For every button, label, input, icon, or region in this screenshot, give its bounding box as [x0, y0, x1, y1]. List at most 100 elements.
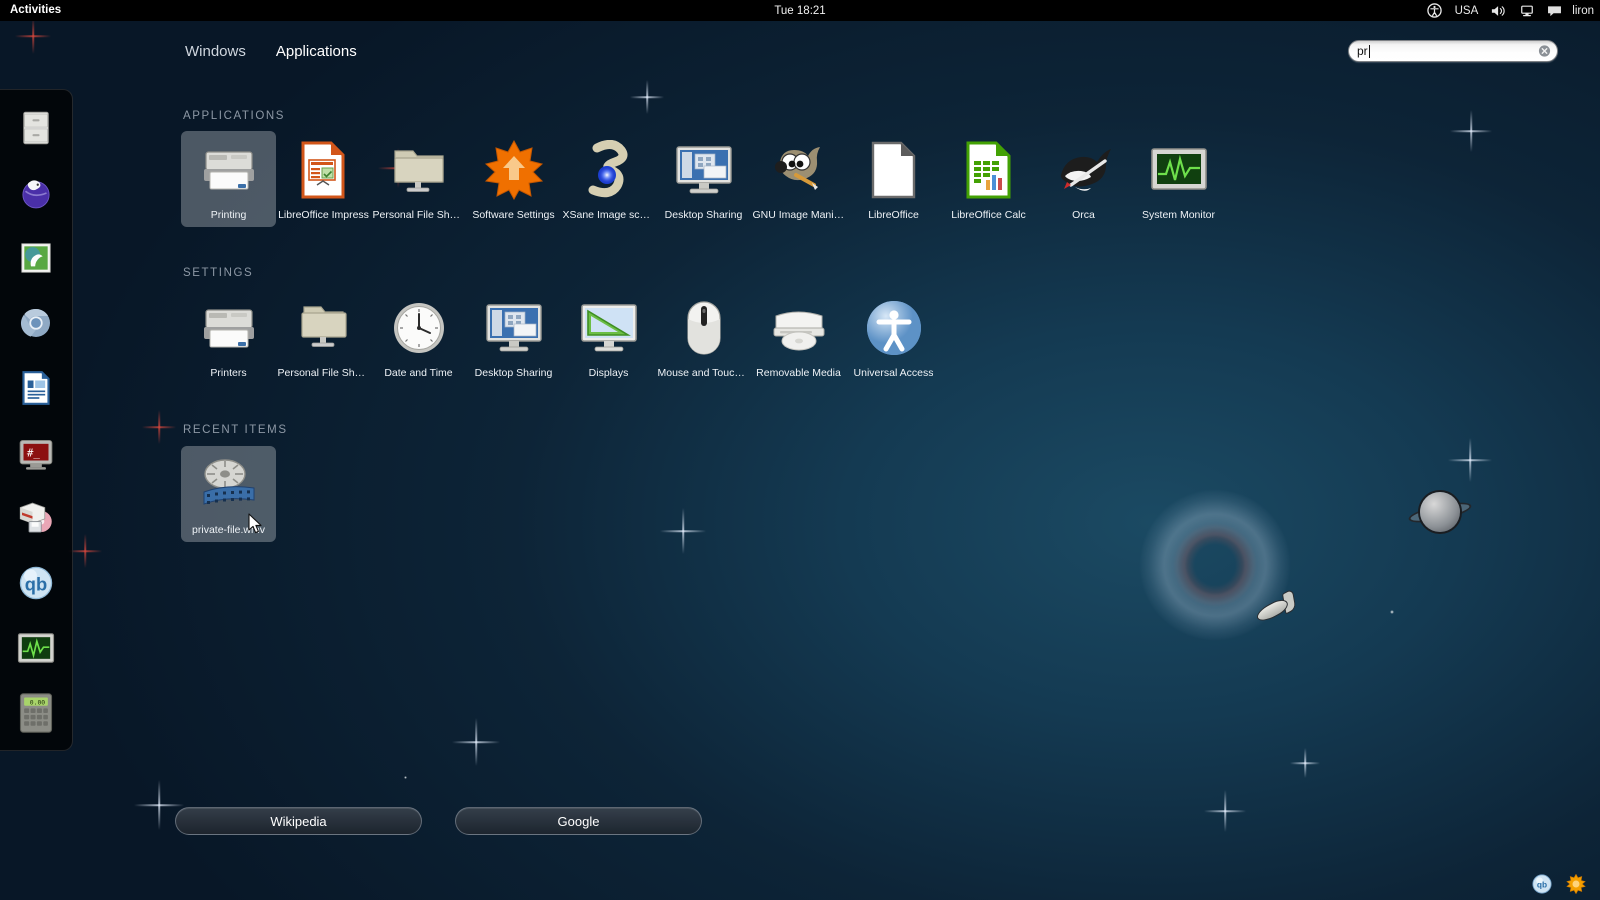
tab-applications[interactable]: Applications	[276, 43, 357, 60]
svg-text:qb: qb	[25, 573, 47, 594]
top-panel-status-area: USA liron	[1426, 0, 1594, 21]
settings-item-removable-media[interactable]: Removable Media	[751, 289, 846, 385]
app-item-libreoffice-calc[interactable]: LibreOffice Calc	[941, 131, 1036, 227]
app-label: LibreOffice Impress	[278, 209, 369, 221]
settings-item-personal-file-sharing[interactable]: Personal File Sharing	[276, 289, 371, 385]
view-selector: Windows Applications	[185, 43, 357, 60]
app-item-orca[interactable]: Orca	[1036, 131, 1131, 227]
recent-items-grid: private-file.wmv	[181, 446, 276, 542]
tab-windows[interactable]: Windows	[185, 43, 246, 60]
folder-share-icon	[293, 297, 355, 359]
settings-label: Removable Media	[756, 367, 841, 379]
settings-label: Universal Access	[853, 367, 934, 379]
clear-icon[interactable]	[1538, 45, 1551, 58]
dash-item-brasero[interactable]	[12, 494, 60, 542]
tray-item-qbittorrent[interactable]: qb	[1532, 874, 1552, 894]
app-label: System Monitor	[1142, 209, 1215, 221]
message-tray: qb	[1532, 874, 1586, 894]
libreoffice-impress-icon	[293, 139, 355, 201]
dash-item-evolution[interactable]	[12, 234, 60, 282]
volume-icon[interactable]	[1491, 4, 1507, 18]
settings-item-mouse-and-touchpad[interactable]: Mouse and Touchpad	[656, 289, 751, 385]
settings-item-universal-access[interactable]: Universal Access	[846, 289, 941, 385]
video-film-icon	[198, 454, 260, 516]
app-label: Personal File Sharing	[372, 209, 465, 221]
app-item-libreoffice[interactable]: LibreOffice	[846, 131, 941, 227]
desktop-screen: Activities Tue 18:21 USA liron Windows A…	[0, 0, 1600, 900]
mouse-icon	[673, 297, 735, 359]
software-settings-icon	[483, 139, 545, 201]
universal-access-icon	[863, 297, 925, 359]
libreoffice-icon	[863, 139, 925, 201]
dash-item-qbittorrent[interactable]: qb	[12, 559, 60, 607]
search-input[interactable]: pr	[1348, 40, 1558, 62]
orca-icon	[1053, 139, 1115, 201]
app-label: XSane Image scanning ...	[562, 209, 655, 221]
section-title-applications: APPLICATIONS	[183, 110, 286, 122]
dash-favorites: #_ qb 0.00	[0, 89, 73, 751]
settings-label: Date and Time	[384, 367, 453, 379]
recent-item-private-file[interactable]: private-file.wmv	[181, 446, 276, 542]
app-item-software-settings[interactable]: Software Settings	[466, 131, 561, 227]
section-title-settings: SETTINGS	[183, 267, 254, 279]
dash-item-chromium[interactable]	[12, 299, 60, 347]
settings-grid: Printers Personal File Sharing Date and …	[181, 289, 941, 385]
app-label: Desktop Sharing	[664, 209, 743, 221]
dash-item-root-terminal[interactable]: #_	[12, 429, 60, 477]
app-label: GNU Image Manipulati...	[752, 209, 845, 221]
xsane-icon	[578, 139, 640, 201]
desktop-sharing-icon	[483, 297, 545, 359]
clock[interactable]: Tue 18:21	[0, 5, 1600, 17]
desktop-sharing-icon	[673, 139, 735, 201]
settings-item-date-and-time[interactable]: Date and Time	[371, 289, 466, 385]
activities-overview: Windows Applications pr #_ qb 0.00 APPLI…	[0, 21, 1600, 900]
dash-item-calculator[interactable]: 0.00	[12, 689, 60, 737]
keyboard-layout-indicator[interactable]: USA	[1455, 5, 1479, 17]
folder-share-icon	[388, 139, 450, 201]
app-label: Printing	[210, 209, 247, 221]
app-item-libreoffice-impress[interactable]: LibreOffice Impress	[276, 131, 371, 227]
settings-label: Displays	[588, 367, 629, 379]
search-input-value: pr	[1357, 44, 1368, 58]
svg-text:0.00: 0.00	[30, 698, 46, 706]
app-item-system-monitor[interactable]: System Monitor	[1131, 131, 1226, 227]
dash-item-libreoffice-writer[interactable]	[12, 364, 60, 412]
settings-item-desktop-sharing[interactable]: Desktop Sharing	[466, 289, 561, 385]
app-item-xsane[interactable]: XSane Image scanning ...	[561, 131, 656, 227]
dash-item-files[interactable]	[12, 104, 60, 152]
app-item-personal-file-sharing[interactable]: Personal File Sharing	[371, 131, 466, 227]
network-icon[interactable]	[1520, 4, 1534, 18]
printer-icon	[198, 297, 260, 359]
settings-label: Personal File Sharing	[277, 367, 370, 379]
recent-item-label: private-file.wmv	[192, 524, 265, 536]
settings-item-displays[interactable]: Displays	[561, 289, 656, 385]
user-name-label: liron	[1572, 4, 1594, 17]
search-provider-google[interactable]: Google	[455, 807, 702, 835]
settings-label: Printers	[210, 367, 247, 379]
app-item-gimp[interactable]: GNU Image Manipulati...	[751, 131, 846, 227]
search-provider-wikipedia[interactable]: Wikipedia	[175, 807, 422, 835]
clock-icon	[388, 297, 450, 359]
svg-text:#_: #_	[27, 446, 41, 459]
gimp-icon	[768, 139, 830, 201]
dash-item-midori[interactable]	[12, 169, 60, 217]
applications-grid: Printing LibreOffice Impress Personal Fi…	[181, 131, 1226, 227]
settings-label: Mouse and Touchpad	[657, 367, 750, 379]
tray-item-software-updates[interactable]	[1566, 874, 1586, 894]
text-caret	[1368, 44, 1370, 58]
app-label: Orca	[1072, 209, 1095, 221]
user-menu[interactable]: liron	[1547, 5, 1594, 17]
app-label: LibreOffice	[868, 209, 919, 221]
search-entry-wrapper: pr	[1348, 40, 1558, 62]
removable-media-icon	[768, 297, 830, 359]
section-title-recent-items: RECENT ITEMS	[183, 424, 288, 436]
printer-icon	[198, 139, 260, 201]
app-item-printing[interactable]: Printing	[181, 131, 276, 227]
universal-access-icon[interactable]	[1426, 3, 1442, 18]
dash-item-system-monitor[interactable]	[12, 624, 60, 672]
top-panel: Activities Tue 18:21 USA liron	[0, 0, 1600, 21]
settings-item-printers[interactable]: Printers	[181, 289, 276, 385]
system-monitor-icon	[1148, 139, 1210, 201]
app-item-desktop-sharing[interactable]: Desktop Sharing	[656, 131, 751, 227]
svg-text:qb: qb	[1537, 879, 1547, 889]
